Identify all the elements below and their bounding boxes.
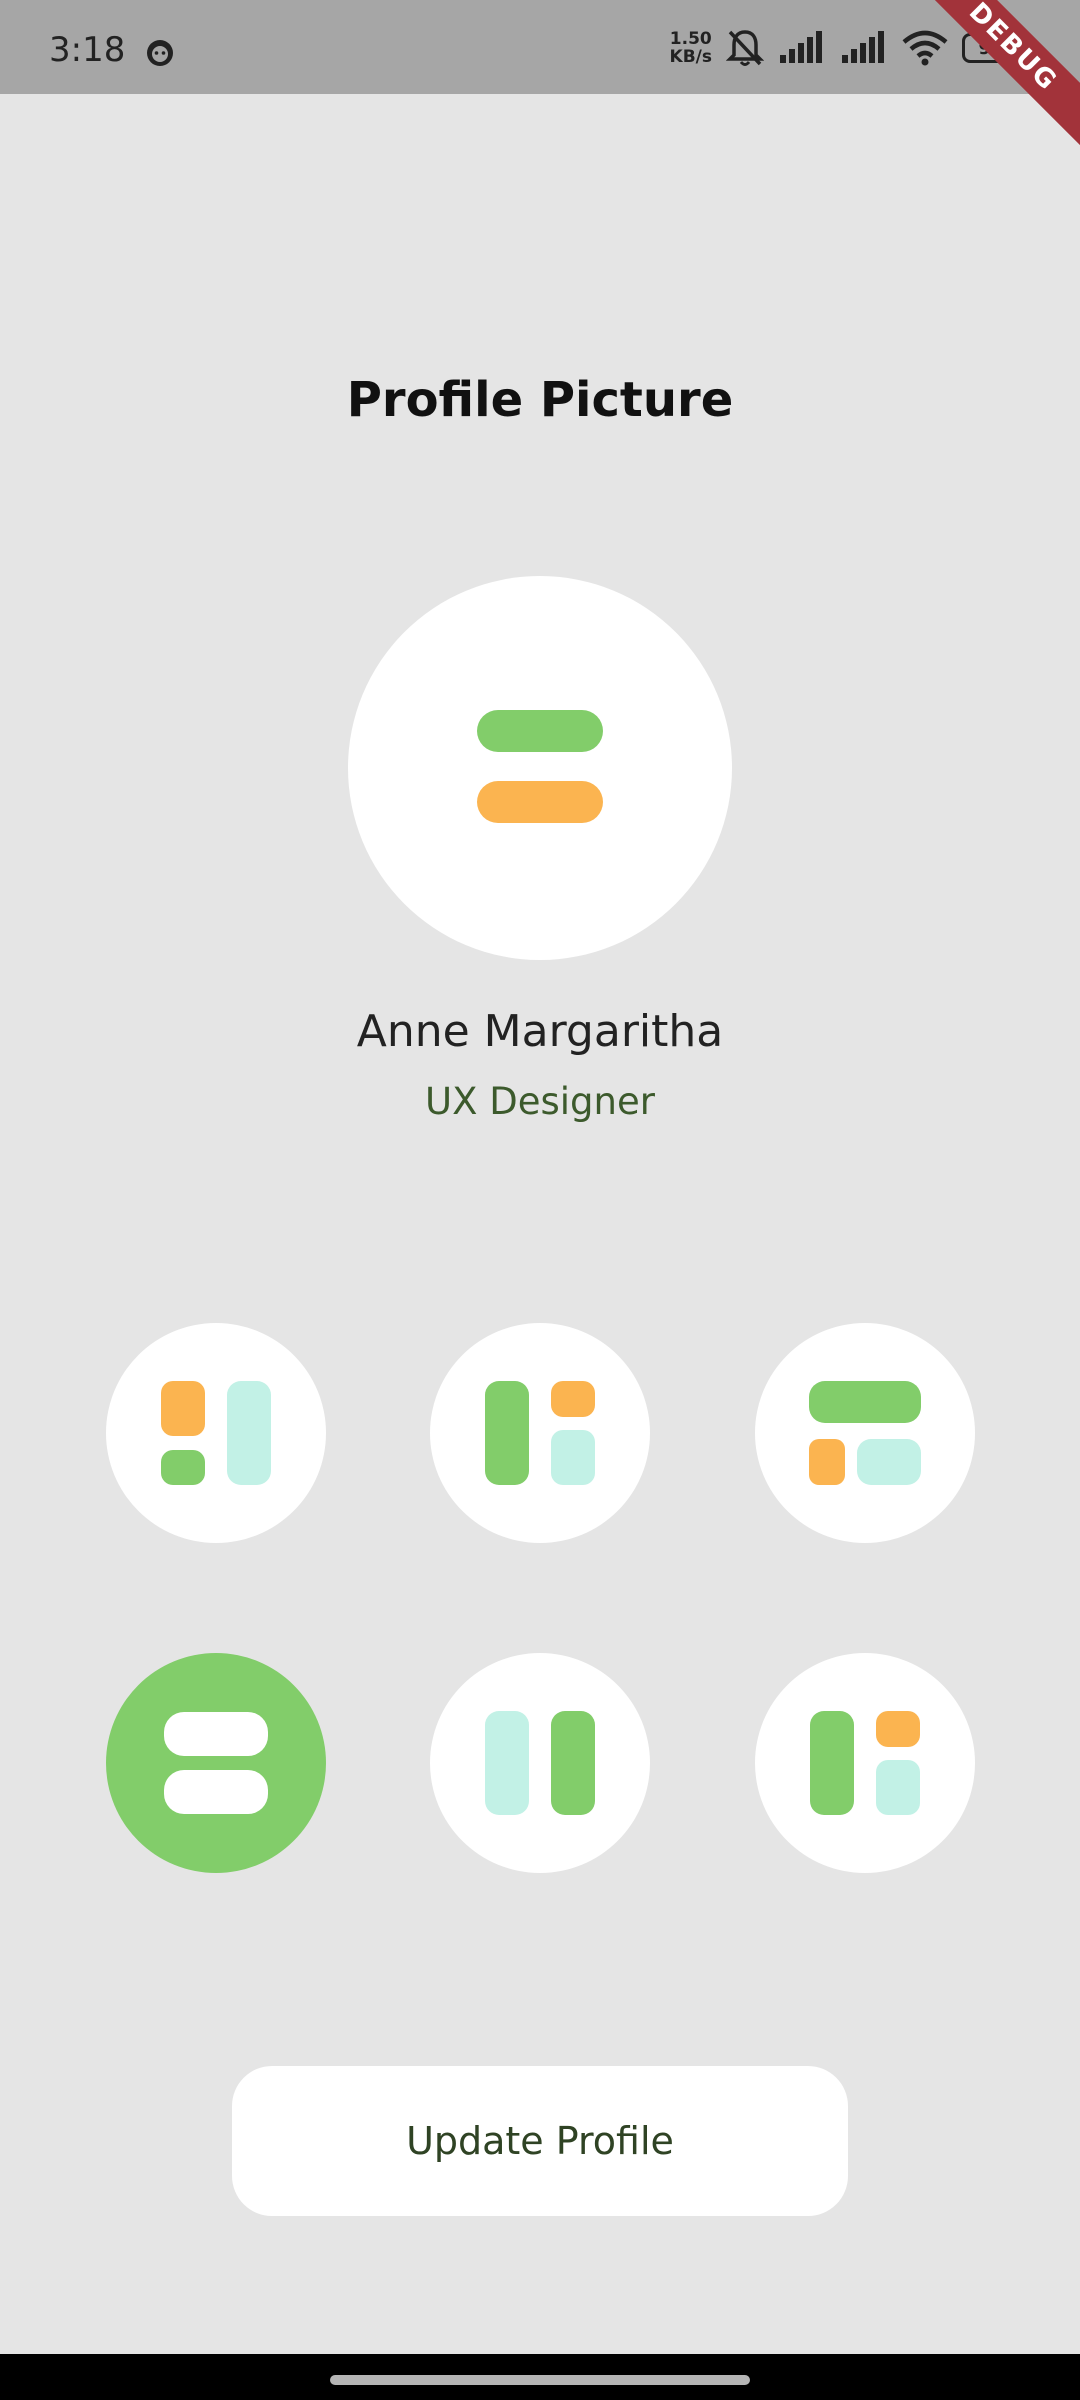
status-time: 3:18 — [49, 30, 126, 70]
avatar-option-4[interactable] — [106, 1653, 326, 1873]
avatar-layout-5-icon — [485, 1711, 595, 1815]
user-role: UX Designer — [425, 1080, 655, 1123]
avatar-option-3[interactable] — [755, 1323, 975, 1543]
avatar-layout-2-icon — [485, 1381, 595, 1485]
avatar-pills-icon — [477, 710, 603, 823]
bell-muted-icon — [726, 30, 764, 66]
update-profile-button[interactable]: Update Profile — [232, 2066, 848, 2216]
current-avatar — [348, 576, 732, 960]
avatar-option-2[interactable] — [430, 1323, 650, 1543]
avatar-layout-4-icon — [164, 1712, 268, 1814]
avatar-option-6[interactable] — [755, 1653, 975, 1873]
network-speed: 1.50 KB/s — [670, 30, 712, 66]
avatar-layout-6-icon — [810, 1711, 920, 1815]
home-gesture-handle[interactable] — [330, 2375, 750, 2385]
page-title: Profile Picture — [346, 372, 734, 428]
avatar-option-5[interactable] — [430, 1653, 650, 1873]
app-notification-icon — [147, 40, 173, 66]
network-speed-value: 1.50 — [669, 29, 712, 49]
debug-banner: DEBUG — [901, 0, 1080, 159]
signal-2-icon — [842, 31, 884, 63]
wifi-icon — [902, 30, 948, 66]
avatar-layout-1-icon — [161, 1381, 271, 1485]
signal-1-icon — [780, 31, 822, 63]
network-speed-unit: KB/s — [669, 47, 712, 67]
status-bar: 3:18 1.50 KB/s DEBUG — [0, 0, 1080, 159]
avatar-option-1[interactable] — [106, 1323, 326, 1543]
avatar-layout-3-icon — [809, 1381, 921, 1485]
user-name: Anne Margaritha — [356, 1006, 724, 1057]
